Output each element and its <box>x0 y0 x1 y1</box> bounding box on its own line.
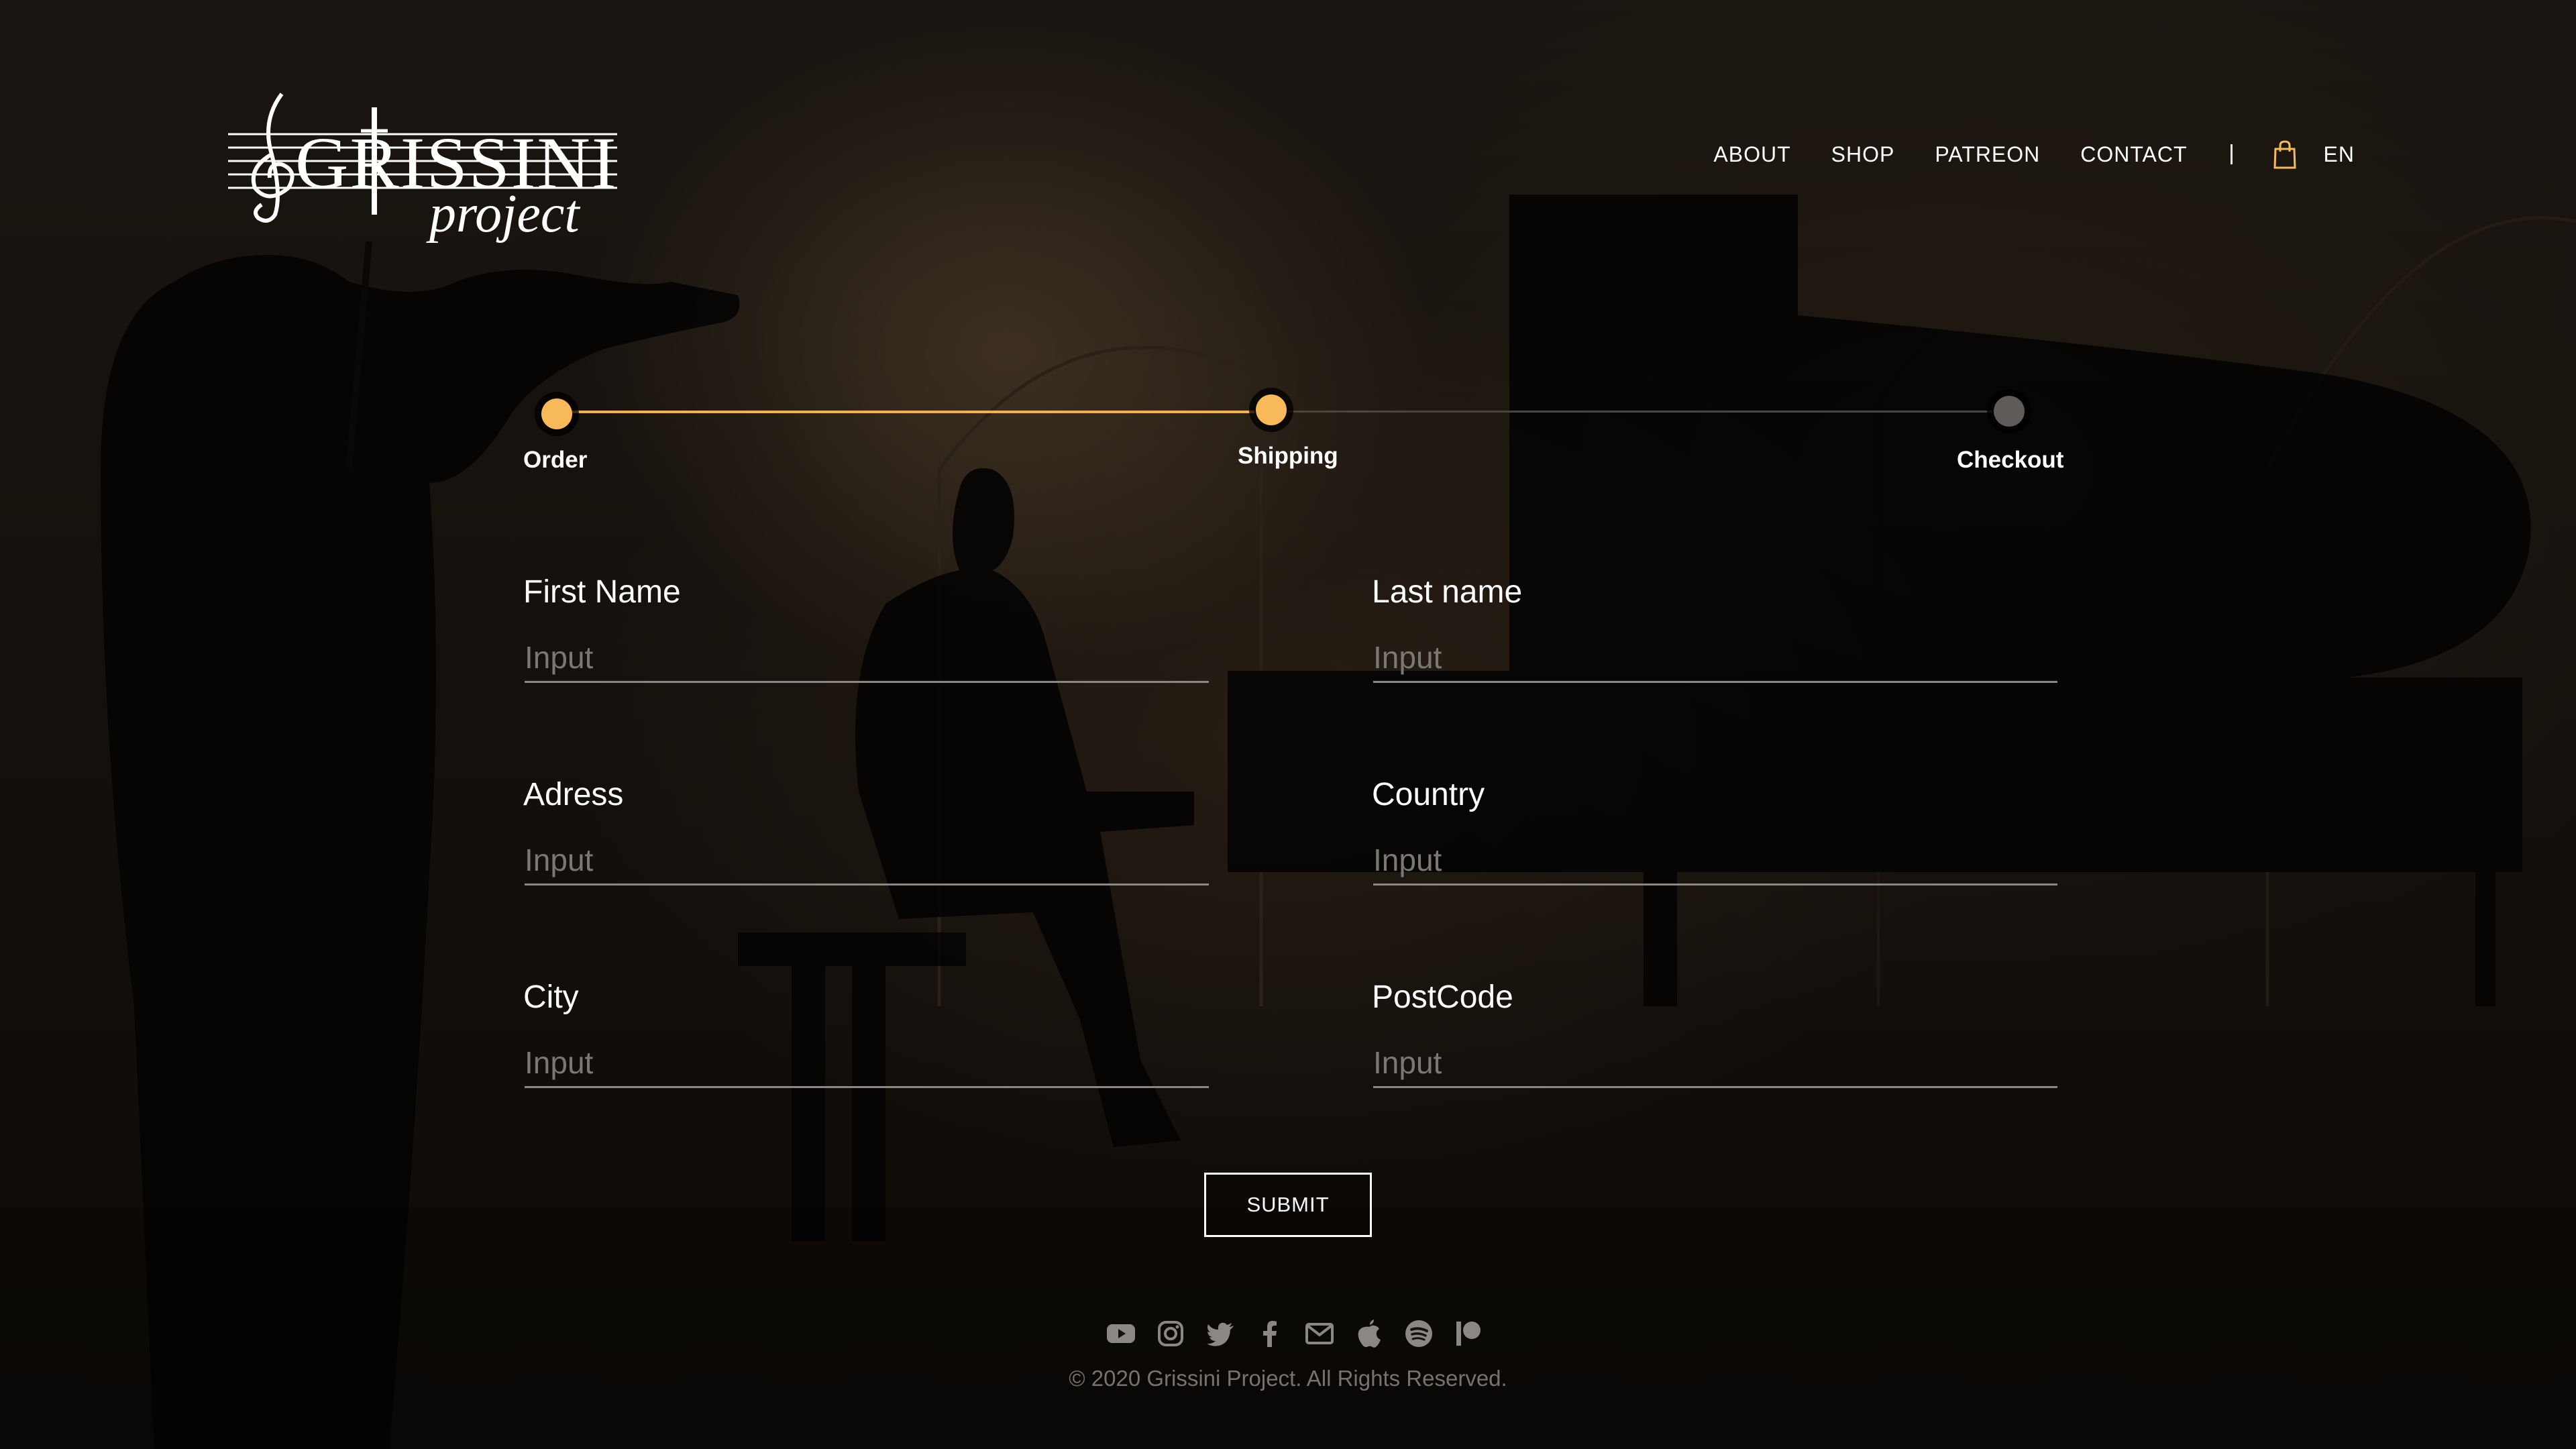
nav-divider <box>2230 144 2233 164</box>
step-order-label: Order <box>523 447 588 473</box>
apple-icon[interactable] <box>1352 1316 1387 1351</box>
checkout-shipping-page: GRISSINI project ABOUT SHOP PATREON CONT… <box>0 0 2576 1449</box>
country-label: Country <box>1372 777 1485 812</box>
step-shipping-label: Shipping <box>1238 443 1338 469</box>
city-field: City <box>523 979 1211 1099</box>
country-input[interactable] <box>1373 837 2057 885</box>
language-switcher[interactable]: EN <box>2324 142 2355 167</box>
main-nav: ABOUT SHOP PATREON CONTACT EN <box>1713 134 2355 174</box>
copyright-text: © 2020 Grissini Project. All Rights Rese… <box>1069 1366 1507 1391</box>
address-label: Adress <box>523 777 624 812</box>
step-checkout-dot[interactable] <box>1994 396 2025 427</box>
postcode-input[interactable] <box>1373 1039 2057 1088</box>
city-input[interactable] <box>525 1039 1209 1088</box>
first-name-field: First Name <box>523 574 1211 694</box>
last-name-label: Last name <box>1372 574 1523 610</box>
address-field: Adress <box>523 776 1211 897</box>
step-checkout-label: Checkout <box>1957 447 2064 473</box>
nav-item-shop[interactable]: SHOP <box>1831 142 1895 167</box>
postcode-label: PostCode <box>1372 979 1513 1015</box>
patreon-icon[interactable] <box>1451 1316 1486 1351</box>
shopping-bag-icon[interactable] <box>2273 140 2297 169</box>
youtube-icon[interactable] <box>1104 1316 1138 1351</box>
postcode-field: PostCode <box>1372 979 2059 1099</box>
checkout-progress-stepper: Order Shipping Checkout <box>523 389 2066 496</box>
nav-item-patreon[interactable]: PATREON <box>1935 142 2040 167</box>
last-name-input[interactable] <box>1373 634 2057 683</box>
submit-button[interactable]: SUBMIT <box>1204 1173 1372 1237</box>
step-order-dot[interactable] <box>541 398 572 429</box>
progress-line-pending <box>1281 411 1992 413</box>
city-label: City <box>523 979 579 1015</box>
address-input[interactable] <box>525 837 1209 885</box>
progress-line-complete <box>557 411 1254 413</box>
facebook-icon[interactable] <box>1252 1316 1287 1351</box>
logo-mark: GRISSINI project <box>228 93 617 244</box>
instagram-icon[interactable] <box>1153 1316 1188 1351</box>
social-links <box>1104 1316 1486 1351</box>
first-name-label: First Name <box>523 574 681 610</box>
nav-item-contact[interactable]: CONTACT <box>2080 142 2187 167</box>
logo-subtext: project <box>426 184 580 244</box>
first-name-input[interactable] <box>525 634 1209 683</box>
step-shipping-dot[interactable] <box>1256 394 1287 425</box>
grissini-logo[interactable]: GRISSINI project <box>221 80 624 248</box>
mail-icon[interactable] <box>1302 1316 1337 1351</box>
last-name-field: Last name <box>1372 574 2059 694</box>
nav-item-about[interactable]: ABOUT <box>1713 142 1790 167</box>
country-field: Country <box>1372 776 2059 897</box>
twitter-icon[interactable] <box>1203 1316 1238 1351</box>
spotify-icon[interactable] <box>1401 1316 1436 1351</box>
